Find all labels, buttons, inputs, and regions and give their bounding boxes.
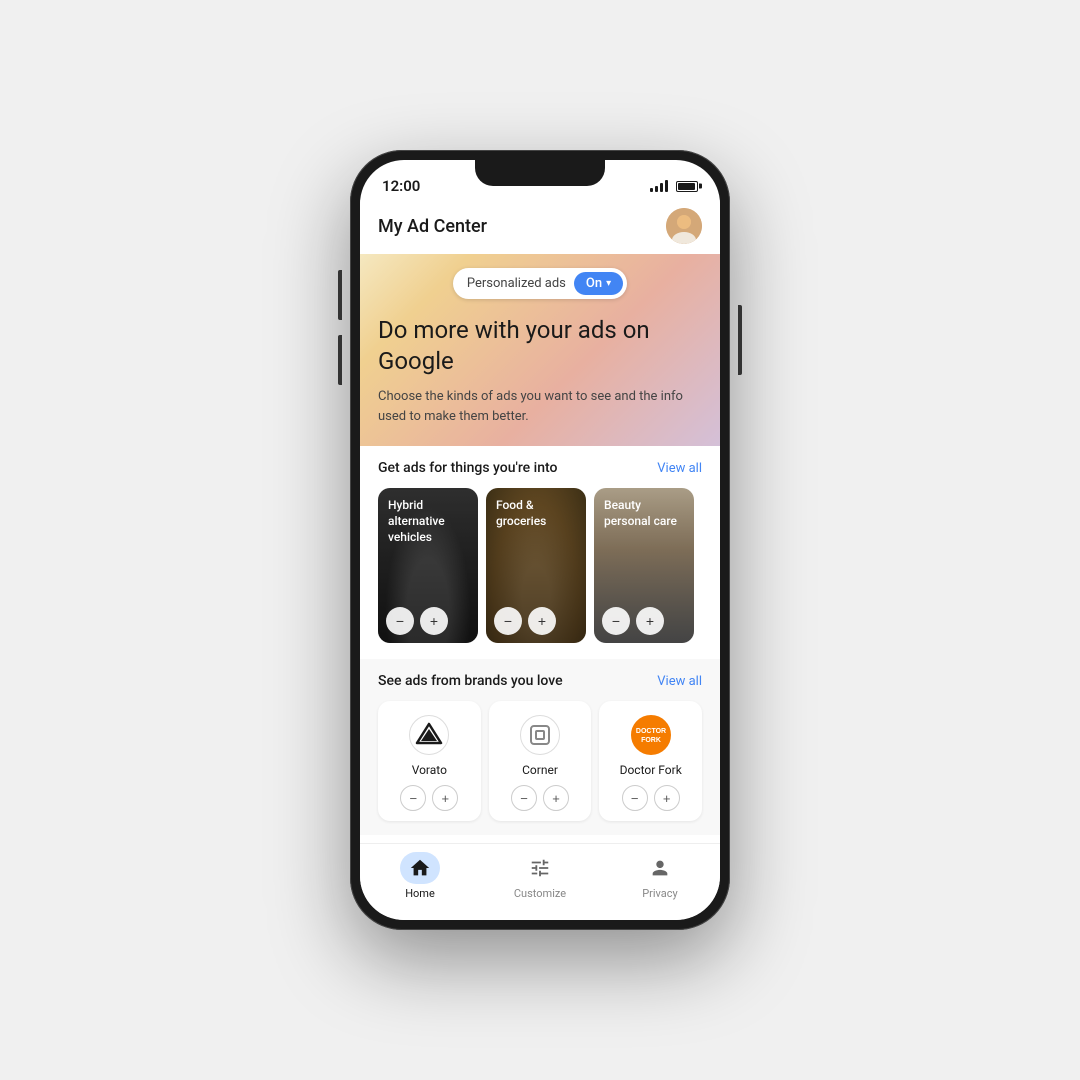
nav-item-customize[interactable]: Customize (480, 852, 600, 900)
beauty-dislike-button[interactable]: − (602, 607, 630, 635)
nav-item-privacy[interactable]: Privacy (600, 852, 720, 900)
signal-icon (650, 180, 668, 192)
brand-card-doctorfork: DOCTOR FORK Doctor Fork − + (599, 701, 702, 821)
brands-section-title: See ads from brands you love (378, 673, 563, 689)
vorato-brand-name: Vorato (412, 763, 447, 777)
nav-item-home[interactable]: Home (360, 852, 480, 900)
corner-actions: − + (511, 785, 569, 811)
hybrid-dislike-button[interactable]: − (386, 607, 414, 635)
hero-heading: Do more with your ads on Google (378, 315, 702, 377)
phone-screen: 12:00 My Ad Center (360, 160, 720, 920)
food-dislike-button[interactable]: − (494, 607, 522, 635)
interests-section-title: Get ads for things you're into (378, 460, 557, 476)
brand-card-vorato: Vorato − + (378, 701, 481, 821)
corner-dislike-button[interactable]: − (511, 785, 537, 811)
hybrid-like-button[interactable]: + (420, 607, 448, 635)
doctorfork-like-button[interactable]: + (654, 785, 680, 811)
hero-banner: Personalized ads On ▾ Do more with your … (360, 254, 720, 446)
food-card-actions: − + (494, 607, 578, 635)
brands-view-all-link[interactable]: View all (657, 674, 702, 689)
power-button (738, 305, 742, 375)
customize-icon (529, 857, 551, 879)
nav-privacy-label: Privacy (642, 887, 678, 900)
privacy-icon (649, 857, 671, 879)
interests-section-header: Get ads for things you're into View all (378, 460, 702, 476)
doctorfork-brand-name: Doctor Fork (620, 763, 682, 777)
corner-logo (520, 715, 560, 755)
privacy-icon-wrap (640, 852, 680, 884)
brands-section: See ads from brands you love View all Vo… (360, 659, 720, 835)
interest-card-beauty: Beauty personal care − + (594, 488, 694, 643)
screen-content: My Ad Center Personalized ads On (360, 200, 720, 843)
customize-icon-wrap (520, 852, 560, 884)
hybrid-card-label: Hybrid alternative vehicles (388, 498, 468, 545)
doctorfork-dislike-button[interactable]: − (622, 785, 648, 811)
phone-shell: 12:00 My Ad Center (350, 150, 730, 930)
vorato-actions: − + (400, 785, 458, 811)
vorato-like-button[interactable]: + (432, 785, 458, 811)
page-title: My Ad Center (378, 216, 487, 237)
beauty-card-label: Beauty personal care (604, 498, 684, 529)
interest-card-hybrid: Hybrid alternative vehicles − + (378, 488, 478, 643)
brand-card-corner: Corner − + (489, 701, 592, 821)
chevron-down-icon: ▾ (606, 278, 611, 289)
food-like-button[interactable]: + (528, 607, 556, 635)
avatar[interactable] (666, 208, 702, 244)
toggle-state: On (586, 276, 602, 291)
doctorfork-logo: DOCTOR FORK (631, 715, 671, 755)
status-time: 12:00 (382, 177, 420, 195)
status-icons (650, 180, 698, 192)
corner-brand-name: Corner (522, 763, 558, 777)
vorato-dislike-button[interactable]: − (400, 785, 426, 811)
personalized-ads-label: Personalized ads (467, 276, 566, 291)
battery-icon (676, 181, 698, 192)
beauty-like-button[interactable]: + (636, 607, 664, 635)
nav-home-label: Home (405, 887, 435, 900)
home-icon (409, 857, 431, 879)
food-card-label: Food & groceries (496, 498, 576, 529)
hero-subtext: Choose the kinds of ads you want to see … (378, 387, 702, 426)
volume-down-button (338, 335, 342, 385)
interest-card-food: Food & groceries − + (486, 488, 586, 643)
home-icon-wrap (400, 852, 440, 884)
toggle-on-button[interactable]: On ▾ (574, 272, 623, 295)
notch (475, 160, 605, 186)
svg-text:DOCTOR: DOCTOR (636, 728, 666, 735)
nav-customize-label: Customize (514, 887, 566, 900)
vorato-logo (409, 715, 449, 755)
interests-view-all-link[interactable]: View all (657, 461, 702, 476)
personalized-ads-toggle[interactable]: Personalized ads On ▾ (453, 268, 627, 299)
brand-cards-list: Vorato − + (378, 701, 702, 821)
beauty-card-actions: − + (602, 607, 686, 635)
interest-cards-list: Hybrid alternative vehicles − + Food & g… (378, 488, 702, 643)
brands-section-header: See ads from brands you love View all (378, 673, 702, 689)
svg-text:FORK: FORK (641, 737, 661, 744)
volume-up-button (338, 270, 342, 320)
app-header: My Ad Center (360, 200, 720, 254)
bottom-nav: Home Customize Privacy (360, 843, 720, 920)
corner-like-button[interactable]: + (543, 785, 569, 811)
hybrid-card-actions: − + (386, 607, 470, 635)
interests-section: Get ads for things you're into View all … (360, 446, 720, 657)
doctorfork-actions: − + (622, 785, 680, 811)
